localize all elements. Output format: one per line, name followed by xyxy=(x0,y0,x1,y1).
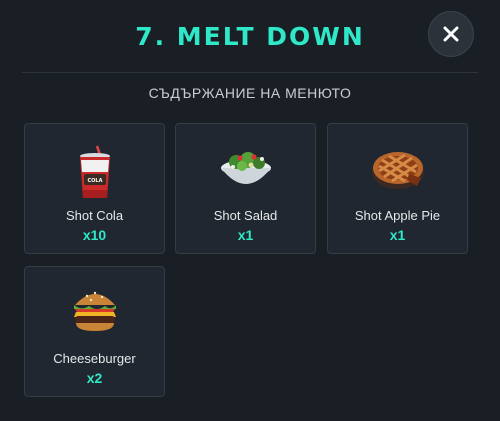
menu-item-card: COLA Shot Cola x10 xyxy=(24,123,165,254)
item-quantity: x2 xyxy=(86,370,103,386)
modal-title: 7. MELT DOWN xyxy=(135,22,365,51)
divider xyxy=(22,72,478,73)
item-name: Shot Salad xyxy=(213,208,278,223)
apple-pie-icon xyxy=(371,152,424,189)
svg-text:COLA: COLA xyxy=(87,178,102,184)
close-icon xyxy=(443,26,459,42)
menu-item-card: Shot Salad x1 xyxy=(175,123,316,254)
item-name: Shot Cola xyxy=(65,208,124,223)
item-quantity: x1 xyxy=(237,227,254,243)
cola-cup-icon: COLA xyxy=(79,145,110,198)
item-name: Shot Apple Pie xyxy=(354,208,441,223)
close-button[interactable] xyxy=(428,11,474,57)
item-name: Cheeseburger xyxy=(53,351,136,366)
menu-item-card: Shot Apple Pie x1 xyxy=(327,123,468,254)
salad-bowl-icon xyxy=(220,152,271,184)
menu-contents-heading: СЪДЪРЖАНИЕ НА МЕНЮТО xyxy=(148,85,352,101)
cheeseburger-icon xyxy=(73,291,116,331)
item-quantity: x10 xyxy=(82,227,107,243)
menu-item-card: Cheeseburger x2 xyxy=(24,266,165,397)
item-quantity: x1 xyxy=(389,227,406,243)
